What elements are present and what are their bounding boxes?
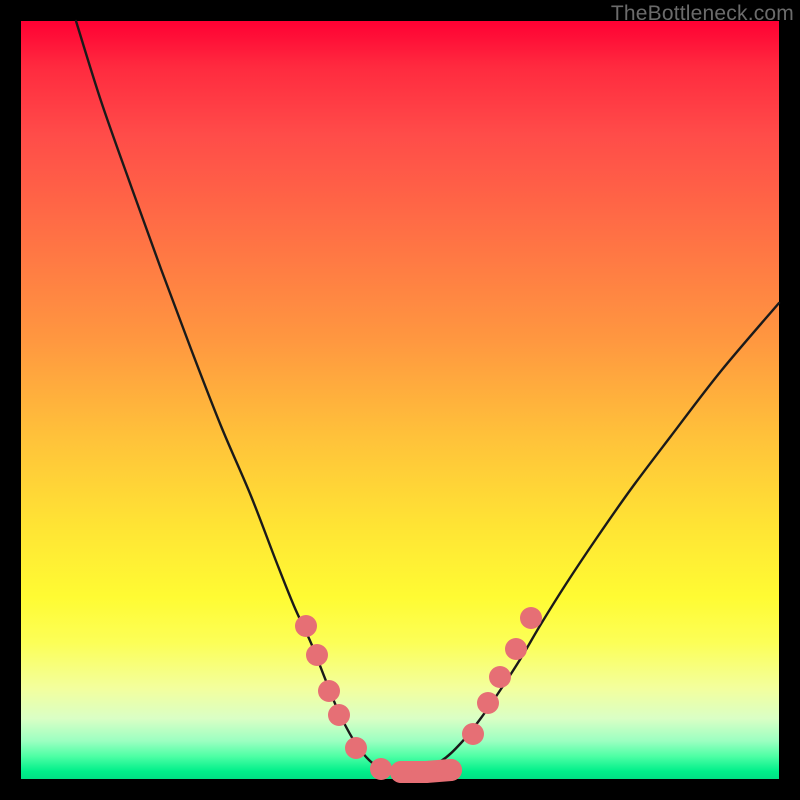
bead-right <box>520 607 542 629</box>
bead-right <box>489 666 511 688</box>
bead-right <box>505 638 527 660</box>
bead-left <box>370 758 392 780</box>
bead-left <box>318 680 340 702</box>
bead-right <box>477 692 499 714</box>
bead-left <box>345 737 367 759</box>
bead-floor-bead <box>415 761 437 783</box>
chart-frame: TheBottleneck.com <box>0 0 800 800</box>
bead-floor-bead <box>390 761 412 783</box>
bead-floor-bead <box>440 759 462 781</box>
plot-area <box>21 21 779 779</box>
bead-left <box>295 615 317 637</box>
bottleneck-curve <box>76 21 779 772</box>
watermark-text: TheBottleneck.com <box>611 2 794 26</box>
bead-right <box>462 723 484 745</box>
curve-svg <box>21 21 779 779</box>
bead-left <box>306 644 328 666</box>
bead-left <box>328 704 350 726</box>
